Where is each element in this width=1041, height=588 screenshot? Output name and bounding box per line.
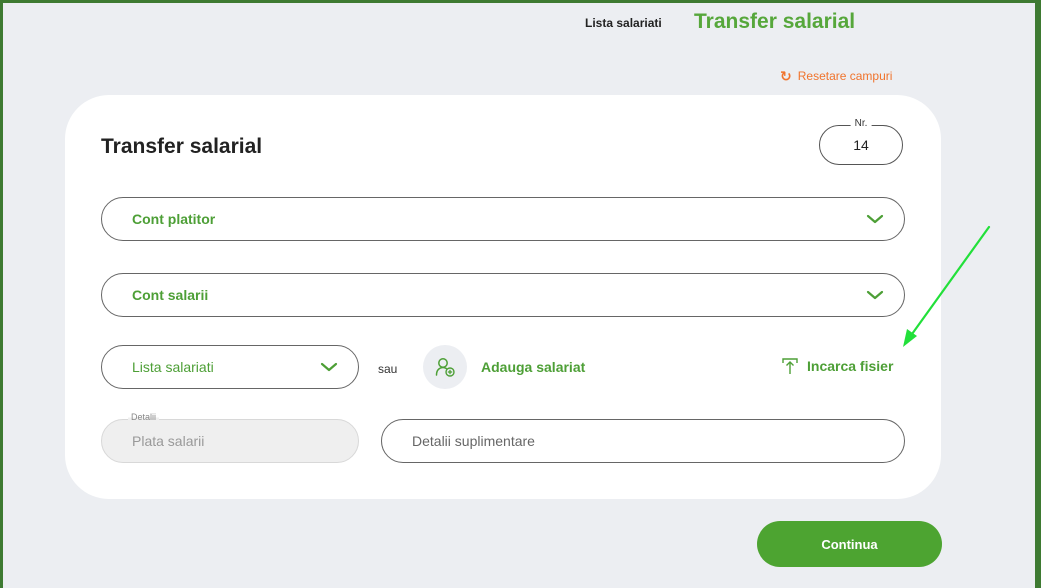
payer-account-label: Cont platitor: [132, 211, 216, 227]
transfer-form-card: Transfer salarial Nr. 14 Cont platitor C…: [65, 95, 941, 499]
add-employee-button[interactable]: Adauga salariat: [423, 345, 585, 389]
employees-list-label: Lista salariati: [132, 359, 214, 375]
upload-file-label: Incarca fisier: [807, 358, 894, 374]
nav-transfer-salarial-tab[interactable]: Transfer salarial: [694, 10, 855, 34]
nav-employees-list-link[interactable]: Lista salariati: [585, 16, 662, 30]
reset-fields-button[interactable]: ↻ Resetare campuri: [780, 69, 892, 83]
details-field: Detalii Plata salarii: [101, 412, 359, 463]
add-employee-label: Adauga salariat: [481, 359, 586, 375]
extra-details-input[interactable]: [382, 432, 874, 450]
or-text: sau: [378, 362, 398, 376]
document-number-value: 14: [853, 137, 869, 153]
document-number-field: Nr. 14: [819, 118, 903, 165]
continue-button[interactable]: Continua: [757, 521, 942, 567]
extra-details-field[interactable]: [381, 419, 905, 463]
document-number-label: Nr.: [850, 118, 872, 129]
add-user-icon: [423, 345, 467, 389]
employees-list-select[interactable]: Lista salariati: [101, 345, 359, 389]
chevron-down-icon: [320, 362, 338, 372]
chevron-down-icon: [866, 290, 884, 300]
form-title: Transfer salarial: [101, 135, 263, 158]
details-label: Detalii: [128, 412, 160, 422]
reset-fields-label: Resetare campuri: [797, 69, 893, 83]
salary-account-select[interactable]: Cont salarii: [101, 273, 905, 317]
details-value: Plata salarii: [132, 433, 205, 449]
chevron-down-icon: [866, 214, 884, 224]
upload-icon: [782, 358, 798, 374]
app-frame: Lista salariati Transfer salarial ↻ Rese…: [0, 0, 1041, 588]
payer-account-select[interactable]: Cont platitor: [101, 197, 905, 241]
refresh-icon: ↻: [780, 68, 792, 84]
upload-file-button[interactable]: Incarca fisier: [781, 357, 893, 375]
salary-account-label: Cont salarii: [132, 287, 209, 303]
